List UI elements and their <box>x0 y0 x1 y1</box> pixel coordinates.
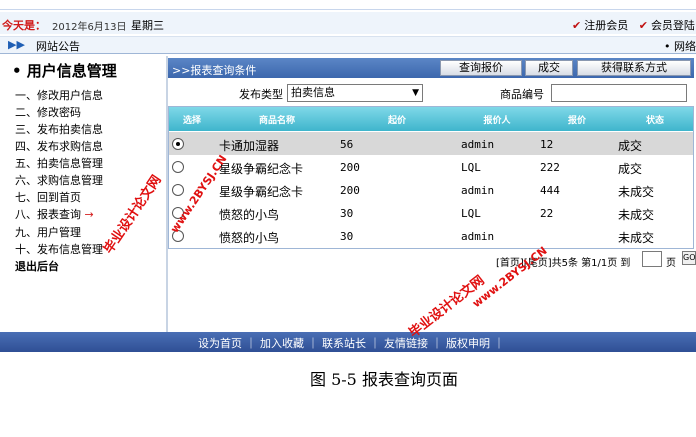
row-radio[interactable] <box>172 184 184 196</box>
cell-bidder: LQL <box>461 161 481 174</box>
col-status: 状态 <box>645 116 664 126</box>
figure-caption: 图 5-5 报表查询页面 <box>310 370 458 389</box>
sidebar-item-home[interactable]: 七、回到首页 <box>15 191 81 205</box>
footer-link-contact[interactable]: 联系站长 <box>322 337 366 350</box>
type-label: 发布类型 <box>239 88 283 101</box>
notice-label: 网站公告 <box>36 40 80 53</box>
cell-name: 愤怒的小鸟 <box>219 231 280 245</box>
product-id-input[interactable] <box>551 84 687 102</box>
type-select[interactable]: 拍卖信息 ▼ <box>287 84 423 102</box>
cell-bidder: admin <box>461 184 495 197</box>
row-radio[interactable] <box>172 161 184 173</box>
cell-bid: 12 <box>540 138 554 151</box>
col-select: 选择 <box>182 116 201 126</box>
footer-links: 设为首页 ｜ 加入收藏 ｜ 联系站长 ｜ 友情链接 ｜ 版权申明 ｜ <box>198 337 505 350</box>
row-radio[interactable] <box>172 138 184 150</box>
register-link[interactable]: 注册会员 <box>584 19 628 32</box>
col-bidder: 报价人 <box>483 116 511 126</box>
cell-bid: 444 <box>540 184 560 197</box>
sidebar-item-report-query[interactable]: 八、报表查询 → <box>15 208 94 222</box>
sidebar-item-label: 七、回到首页 <box>15 191 81 204</box>
today-date: 2012年6月13日 <box>52 22 127 33</box>
sidebar-item-label: 六、求购信息管理 <box>15 174 103 187</box>
notice-scroll-text[interactable]: • 网络 <box>664 38 696 54</box>
double-arrow-icon: ▶▶ <box>8 38 25 51</box>
cell-start: 30 <box>340 230 354 243</box>
sidebar-item-label: 二、修改密码 <box>15 106 81 119</box>
cell-status: 未成交 <box>618 231 655 245</box>
col-start-price: 起价 <box>387 116 406 126</box>
chevron-down-icon: ▼ <box>412 88 419 98</box>
sidebar-item-user-manage[interactable]: 九、用户管理 <box>15 226 81 240</box>
cell-start: 200 <box>340 161 360 174</box>
get-contact-button[interactable]: 获得联系方式 <box>577 60 691 76</box>
go-button[interactable]: GO <box>682 251 696 265</box>
sidebar-item-label: 十、发布信息管理 <box>15 243 103 256</box>
cell-name: 卡通加湿器 <box>219 139 280 153</box>
col-bid: 报价 <box>567 116 586 126</box>
logout-link[interactable]: 退出后台 <box>15 260 59 274</box>
cell-bid: 222 <box>540 161 560 174</box>
sidebar-item-label: 三、发布拍卖信息 <box>15 123 103 136</box>
notice-bar <box>0 36 696 54</box>
sidebar-item-edit-user[interactable]: 一、修改用户信息 <box>15 89 103 103</box>
type-select-value: 拍卖信息 <box>291 86 335 99</box>
query-bid-button[interactable]: 查询报价 <box>440 60 522 76</box>
cell-start: 56 <box>340 138 354 151</box>
cell-name: 星级争霸纪念卡 <box>219 162 304 176</box>
cell-name: 愤怒的小鸟 <box>219 208 280 222</box>
cell-start: 200 <box>340 184 360 197</box>
today-label: 今天是： <box>2 19 46 32</box>
check-icon: ✔ <box>638 19 648 32</box>
footer-link-copyright[interactable]: 版权申明 <box>446 337 490 350</box>
sidebar-item-publish-auction[interactable]: 三、发布拍卖信息 <box>15 123 103 137</box>
sidebar-item-purchase-manage[interactable]: 六、求购信息管理 <box>15 174 103 188</box>
footer-link-sethome[interactable]: 设为首页 <box>198 337 242 350</box>
cell-status: 成交 <box>618 162 643 176</box>
sidebar-item-change-password[interactable]: 二、修改密码 <box>15 106 81 120</box>
cell-bidder: admin <box>461 138 495 151</box>
page-number-input[interactable] <box>642 251 662 267</box>
cell-name: 星级争霸纪念卡 <box>219 185 304 199</box>
product-id-label: 商品编号 <box>500 88 544 101</box>
cell-bidder: LQL <box>461 207 481 220</box>
sidebar-item-label: 一、修改用户信息 <box>15 89 103 102</box>
col-name: 商品名称 <box>258 116 295 126</box>
cell-bidder: admin <box>461 230 495 243</box>
deal-button[interactable]: 成交 <box>525 60 573 76</box>
cell-start: 30 <box>340 207 354 220</box>
cell-status: 未成交 <box>618 185 655 199</box>
sidebar-item-label: 五、拍卖信息管理 <box>15 157 103 170</box>
footer-link-favorite[interactable]: 加入收藏 <box>260 337 304 350</box>
footer-link-friends[interactable]: 友情链接 <box>384 337 428 350</box>
sidebar-item-publish-purchase[interactable]: 四、发布求购信息 <box>15 140 103 154</box>
member-links: ✔ 注册会员 ✔ 会员登陆 <box>572 17 695 33</box>
cell-status: 未成交 <box>618 208 655 222</box>
member-login-link[interactable]: 会员登陆 <box>651 19 695 32</box>
query-title: >>报表查询条件 <box>172 64 257 77</box>
sidebar-item-label: 四、发布求购信息 <box>15 140 103 153</box>
arrow-right-icon: → <box>84 208 94 221</box>
cell-bid: 22 <box>540 207 554 220</box>
sidebar-item-label: 八、报表查询 <box>15 208 81 221</box>
sidebar-item-auction-manage[interactable]: 五、拍卖信息管理 <box>15 157 103 171</box>
check-icon: ✔ <box>572 19 582 32</box>
sidebar-item-label: 九、用户管理 <box>15 226 81 239</box>
pager-unit: 页 <box>666 258 676 269</box>
top-strip <box>0 0 696 10</box>
sidebar-item-info-manage[interactable]: 十、发布信息管理 <box>15 243 103 257</box>
today-weekday: 星期三 <box>131 19 164 32</box>
sidebar-title: • 用户信息管理 <box>12 62 117 80</box>
cell-status: 成交 <box>618 139 643 153</box>
